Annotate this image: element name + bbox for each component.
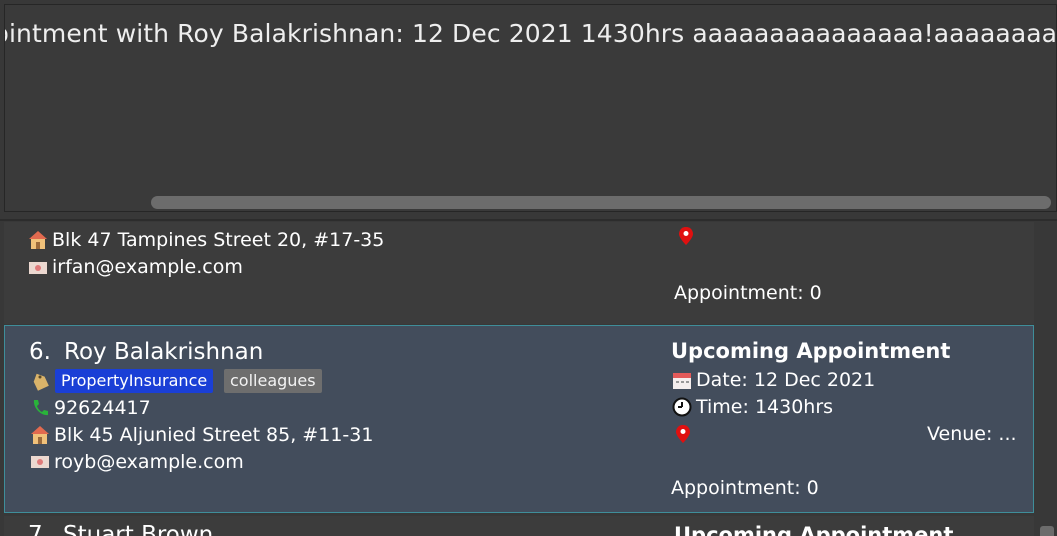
horizontal-scrollbar-thumb[interactable] bbox=[151, 196, 1051, 209]
house-icon bbox=[31, 426, 49, 444]
person-index: 6. bbox=[29, 339, 51, 365]
person-name: Stuart Brown bbox=[63, 522, 214, 536]
person-card[interactable]: Blk 47 Tampines Street 20, #17-35 irfan@… bbox=[4, 222, 1034, 324]
phone-icon bbox=[33, 400, 48, 416]
house-icon bbox=[29, 231, 47, 249]
appointment-count: Appointment: 0 bbox=[674, 282, 822, 304]
result-display-text: pintment with Roy Balakrishnan: 12 Dec 2… bbox=[4, 19, 1057, 48]
person-card[interactable]: 7. Stuart Brown Upcoming Appointment bbox=[4, 516, 1034, 536]
person-list-panel: Blk 47 Tampines Street 20, #17-35 irfan@… bbox=[0, 222, 1057, 536]
horizontal-scrollbar[interactable] bbox=[151, 194, 1055, 210]
email-icon bbox=[29, 262, 47, 274]
person-index: 7. bbox=[28, 522, 50, 536]
person-address: Blk 47 Tampines Street 20, #17-35 bbox=[52, 229, 385, 251]
result-display-panel: pintment with Roy Balakrishnan: 12 Dec 2… bbox=[0, 0, 1057, 218]
person-email: royb@example.com bbox=[54, 451, 244, 473]
person-name: Roy Balakrishnan bbox=[64, 339, 264, 365]
upcoming-appointment-heading: Upcoming Appointment bbox=[674, 523, 954, 536]
vertical-scrollbar-thumb[interactable] bbox=[1040, 526, 1054, 536]
appointment-time: Time: 1430hrs bbox=[696, 396, 834, 418]
clock-icon bbox=[672, 397, 692, 417]
calendar-icon bbox=[673, 373, 691, 389]
panel-divider[interactable] bbox=[0, 219, 1057, 221]
appointment-venue: Venue: ... bbox=[927, 423, 1017, 445]
person-email: irfan@example.com bbox=[52, 256, 243, 278]
tag-chip-propertyinsurance: PropertyInsurance bbox=[55, 369, 214, 393]
person-address: Blk 45 Aljunied Street 85, #11-31 bbox=[54, 424, 374, 446]
appointment-count: Appointment: 0 bbox=[671, 477, 819, 499]
location-pin-icon bbox=[679, 227, 693, 245]
person-card-selected[interactable]: 6. Roy Balakrishnan PropertyInsurance co… bbox=[4, 325, 1034, 513]
person-phone: 92624417 bbox=[54, 397, 151, 419]
result-display-box[interactable]: pintment with Roy Balakrishnan: 12 Dec 2… bbox=[4, 4, 1057, 212]
appointment-date: Date: 12 Dec 2021 bbox=[696, 369, 876, 391]
location-pin-icon bbox=[676, 425, 690, 443]
tag-icon bbox=[33, 373, 49, 391]
upcoming-appointment-heading: Upcoming Appointment bbox=[671, 339, 951, 363]
email-icon bbox=[31, 456, 49, 468]
tag-chip-colleagues: colleagues bbox=[224, 369, 322, 393]
